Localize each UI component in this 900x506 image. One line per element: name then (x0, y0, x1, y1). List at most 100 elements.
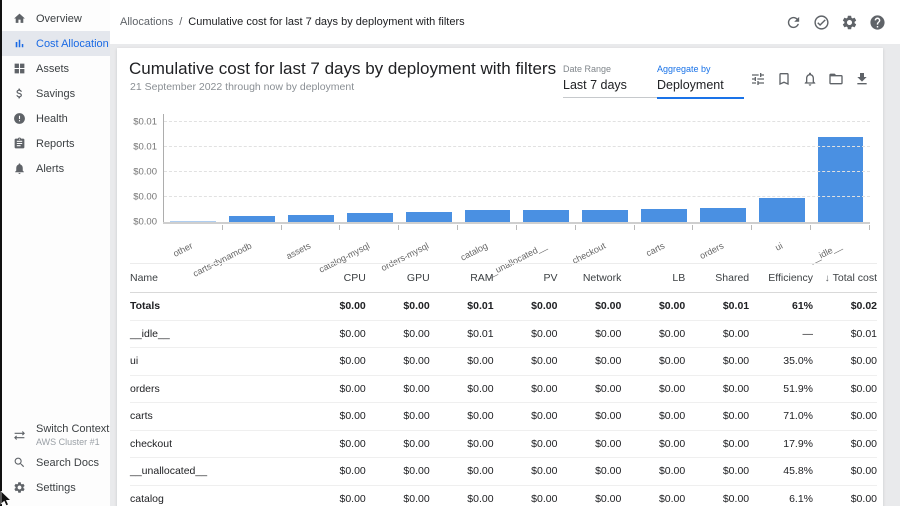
row-value: $0.00 (621, 403, 685, 431)
sidebar-footer-switch-context[interactable]: Switch ContextAWS Cluster #1 (0, 420, 110, 450)
x-label-__idle__[interactable]: __idle__ (808, 241, 843, 265)
bar-assets[interactable] (288, 215, 334, 222)
reports-icon[interactable] (13, 137, 26, 150)
row-value: $0.00 (813, 375, 877, 403)
bar-chart-icon[interactable] (13, 37, 26, 50)
bar-ui[interactable] (759, 198, 805, 222)
column-header-lb[interactable]: LB (621, 264, 685, 293)
gear-icon[interactable] (841, 14, 858, 31)
date-range-value[interactable]: Last 7 days (563, 78, 659, 98)
grid-icon[interactable] (13, 62, 26, 75)
check-circle-icon[interactable] (813, 14, 830, 31)
sidebar-footer-search-docs[interactable]: Search Docs (0, 450, 110, 475)
column-header-ram[interactable]: RAM (430, 264, 494, 293)
bell-outline-icon[interactable] (802, 71, 818, 87)
column-header-cpu[interactable]: CPU (302, 264, 366, 293)
row-value: $0.00 (813, 403, 877, 431)
x-label-assets[interactable]: assets (285, 241, 313, 262)
table-row-carts[interactable]: carts$0.00$0.00$0.00$0.00$0.00$0.00$0.00… (130, 403, 877, 431)
table-row-__idle__[interactable]: __idle__$0.00$0.00$0.01$0.00$0.00$0.00$0… (130, 320, 877, 348)
row-value: $0.00 (494, 320, 558, 348)
bar-other[interactable] (170, 221, 216, 222)
sidebar-item-label: Overview (36, 13, 82, 25)
page-subtitle: 21 September 2022 through now by deploym… (130, 81, 354, 93)
bell-icon[interactable] (13, 162, 26, 175)
tune-icon[interactable] (750, 71, 766, 87)
search-icon[interactable] (13, 456, 26, 469)
x-label-other[interactable]: other (172, 241, 195, 259)
column-header-shared[interactable]: Shared (685, 264, 749, 293)
help-icon[interactable] (869, 14, 886, 31)
breadcrumb-section[interactable]: Allocations (120, 16, 173, 28)
sidebar-item-assets[interactable]: Assets (0, 56, 110, 81)
gridline (164, 196, 870, 197)
sidebar-item-alerts[interactable]: Alerts (0, 156, 110, 181)
bar-checkout[interactable] (582, 210, 628, 222)
bookmark-icon[interactable] (776, 71, 792, 87)
dollar-icon[interactable] (13, 87, 26, 100)
bar-catalog[interactable] (465, 210, 511, 222)
download-icon[interactable] (854, 71, 870, 87)
row-value: — (749, 320, 813, 348)
sidebar-item-reports[interactable]: Reports (0, 131, 110, 156)
row-name[interactable]: checkout (130, 430, 302, 458)
row-name[interactable]: __idle__ (130, 320, 302, 348)
bar-slot (811, 114, 870, 222)
row-name[interactable]: ui (130, 348, 302, 376)
sidebar-item-overview[interactable]: Overview (0, 6, 110, 31)
table-row-ui[interactable]: ui$0.00$0.00$0.00$0.00$0.00$0.00$0.0035.… (130, 348, 877, 376)
aggregate-value[interactable]: Deployment (657, 78, 744, 99)
column-header-gpu[interactable]: GPU (366, 264, 430, 293)
column-header-efficiency[interactable]: Efficiency (749, 264, 813, 293)
bar-catalog-mysql[interactable] (347, 213, 393, 222)
sidebar-footer-label: Switch Context (36, 423, 109, 435)
column-header-name[interactable]: Name (130, 264, 302, 293)
topbar-icon-group (785, 0, 886, 44)
x-label-carts[interactable]: carts (644, 241, 666, 259)
sidebar-item-health[interactable]: Health (0, 106, 110, 131)
date-range-field[interactable]: Date Range Last 7 days (563, 64, 659, 98)
sidebar-footer-settings[interactable]: Settings (0, 475, 110, 500)
table-row-__unallocated__[interactable]: __unallocated__$0.00$0.00$0.00$0.00$0.00… (130, 458, 877, 486)
sort-arrow-icon: ↓ (825, 273, 830, 284)
column-header-pv[interactable]: PV (494, 264, 558, 293)
table-row-orders[interactable]: orders$0.00$0.00$0.00$0.00$0.00$0.00$0.0… (130, 375, 877, 403)
bar-orders-mysql[interactable] (406, 212, 452, 222)
bar-carts-dynamodb[interactable] (229, 216, 275, 222)
sidebar-item-savings[interactable]: Savings (0, 81, 110, 106)
sidebar-footer: Switch ContextAWS Cluster #1Search DocsS… (0, 420, 110, 500)
row-name[interactable]: Totals (130, 293, 302, 321)
row-name[interactable]: carts (130, 403, 302, 431)
table-row-catalog[interactable]: catalog$0.00$0.00$0.00$0.00$0.00$0.00$0.… (130, 485, 877, 506)
folder-icon[interactable] (828, 71, 844, 87)
table-row-checkout[interactable]: checkout$0.00$0.00$0.00$0.00$0.00$0.00$0… (130, 430, 877, 458)
sidebar-item-cost-allocation[interactable]: Cost Allocation (0, 31, 110, 56)
row-value: $0.00 (430, 485, 494, 506)
column-header-total-cost[interactable]: ↓Total cost (813, 264, 877, 293)
breadcrumb: Allocations / Cumulative cost for last 7… (120, 0, 465, 44)
row-value: $0.00 (430, 375, 494, 403)
refresh-icon[interactable] (785, 14, 802, 31)
bar-__idle__[interactable] (818, 137, 864, 222)
row-name[interactable]: catalog (130, 485, 302, 506)
health-icon[interactable] (13, 112, 26, 125)
row-name[interactable]: __unallocated__ (130, 458, 302, 486)
gear-icon[interactable] (13, 481, 26, 494)
window-edge (0, 0, 2, 506)
row-value: $0.00 (494, 458, 558, 486)
table-row-totals[interactable]: Totals$0.00$0.00$0.01$0.00$0.00$0.00$0.0… (130, 293, 877, 321)
switch-icon[interactable] (13, 429, 26, 442)
bar-orders[interactable] (700, 208, 746, 222)
row-value: $0.00 (430, 403, 494, 431)
x-label-catalog[interactable]: catalog (459, 241, 489, 263)
bar-carts[interactable] (641, 209, 687, 222)
aggregate-field[interactable]: Aggregate by Deployment (657, 64, 744, 99)
bar-__unallocated__[interactable] (523, 210, 569, 222)
x-label-orders[interactable]: orders (698, 241, 725, 261)
sidebar: Overview Cost AllocationAssetsSavingsHeal… (0, 0, 110, 506)
home-icon[interactable] (13, 12, 26, 25)
x-label-ui[interactable]: ui (773, 241, 784, 253)
column-header-network[interactable]: Network (557, 264, 621, 293)
breadcrumb-separator: / (179, 16, 182, 28)
row-name[interactable]: orders (130, 375, 302, 403)
